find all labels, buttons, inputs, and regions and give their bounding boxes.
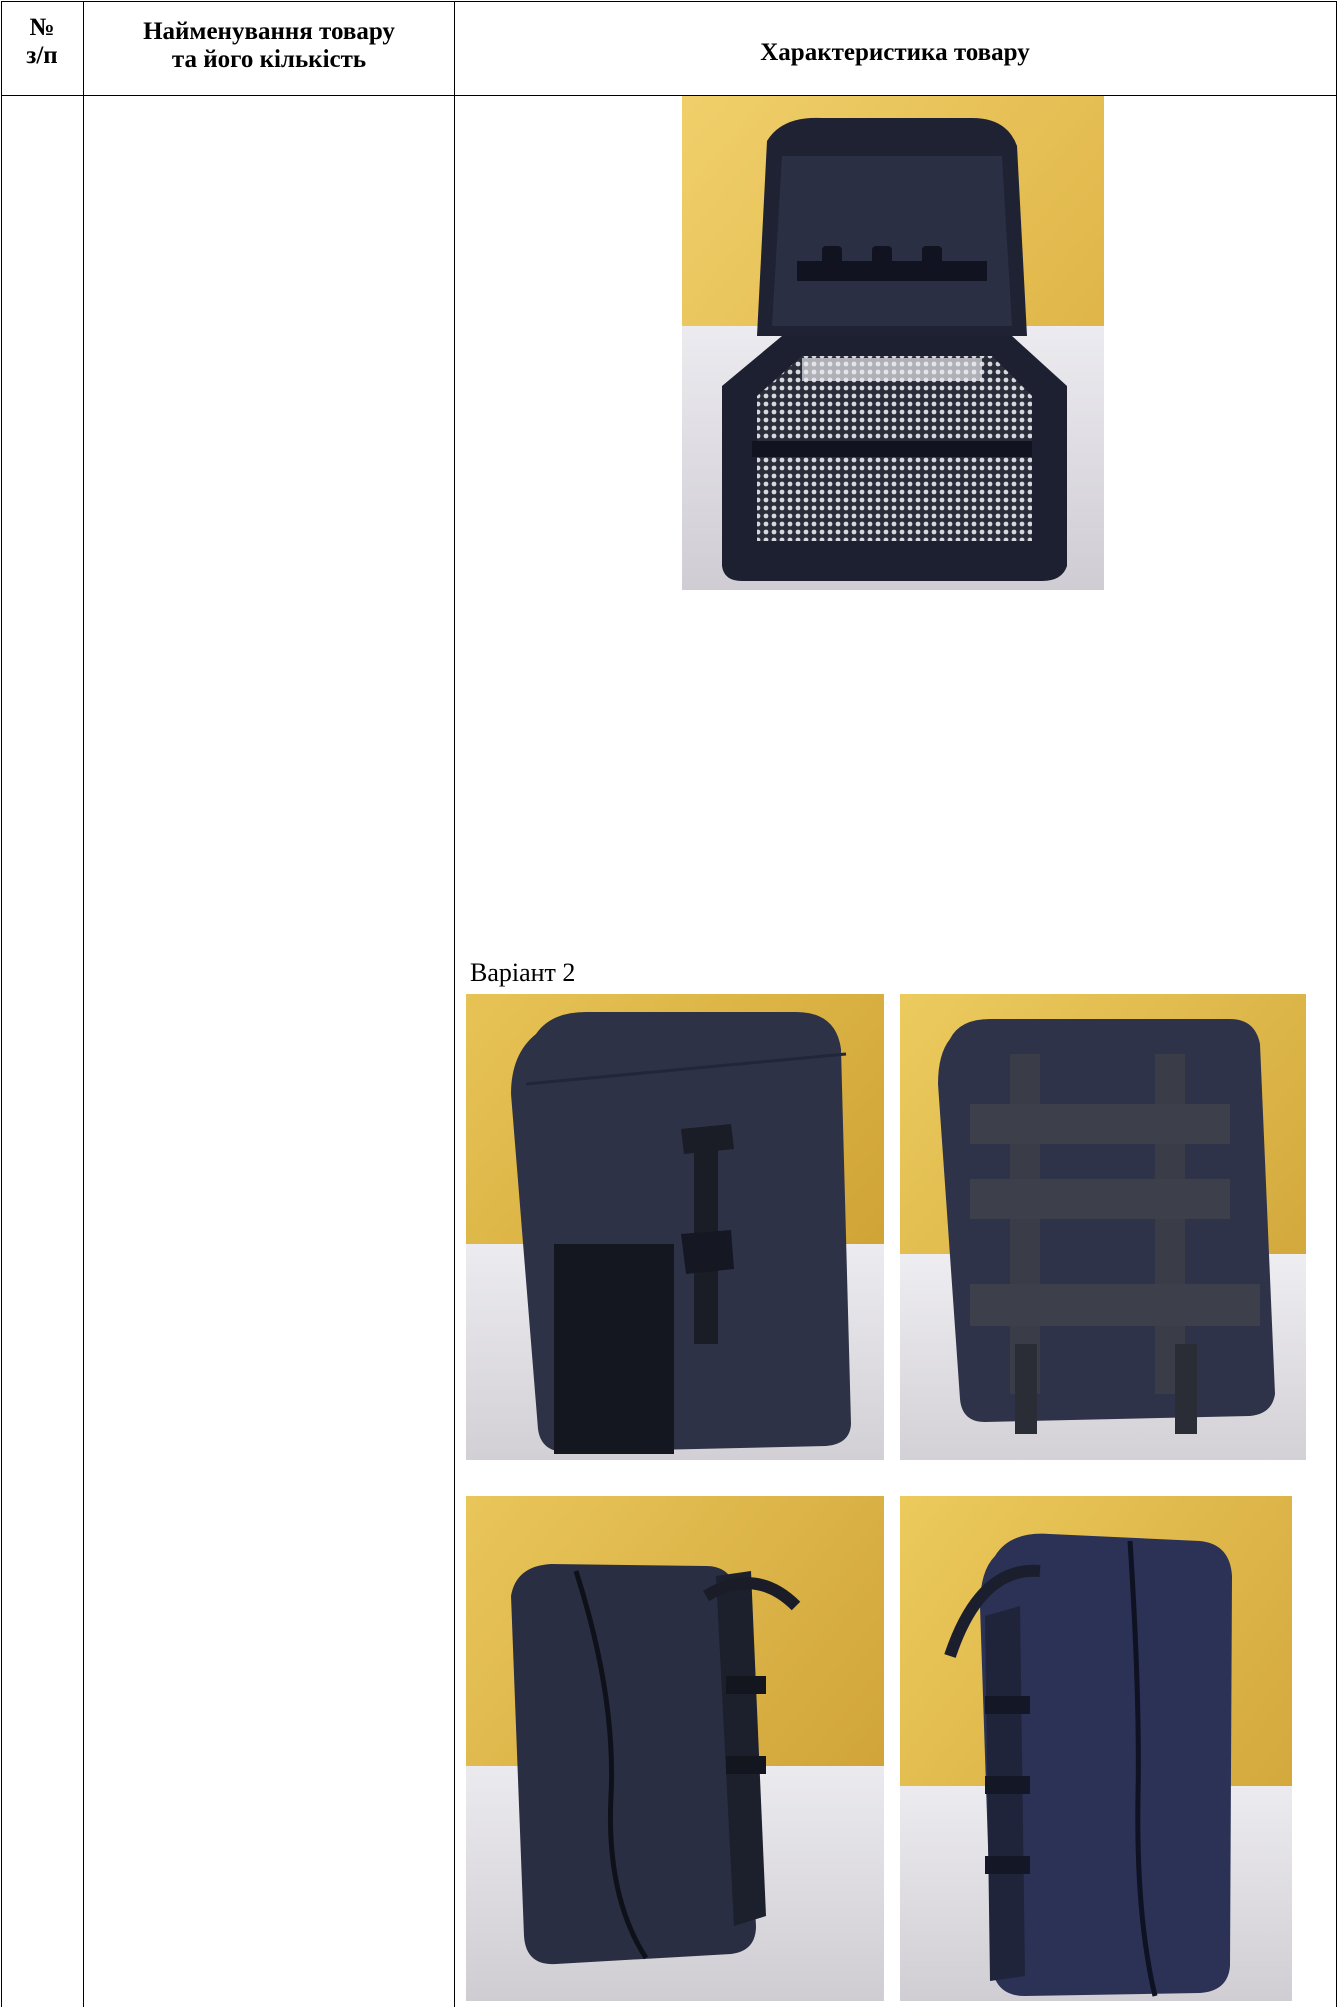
column-divider-2 [454,1,455,2007]
header-bottom-border [1,95,1337,96]
header-number: № з/п [26,14,58,69]
pouch-side-zipper-right-photo [900,1496,1292,2001]
pouch-open-interior-photo [682,96,1104,590]
variant-2-label: Варіант 2 [470,958,576,987]
header-characteristics: Характеристика товару [760,39,1030,66]
document-page: № з/п Найменування товару та його кількі… [0,0,1338,2007]
table-top-border [1,1,1337,2]
header-product-name: Найменування товару та його кількість [143,18,395,73]
column-divider-1 [83,1,84,2007]
pouch-back-molle-photo [900,994,1306,1460]
table-left-border [1,1,2,2007]
pouch-front-velcro-buckle-photo [466,994,884,1460]
table-right-border [1336,1,1337,2007]
pouch-side-zipper-left-photo [466,1496,884,2001]
